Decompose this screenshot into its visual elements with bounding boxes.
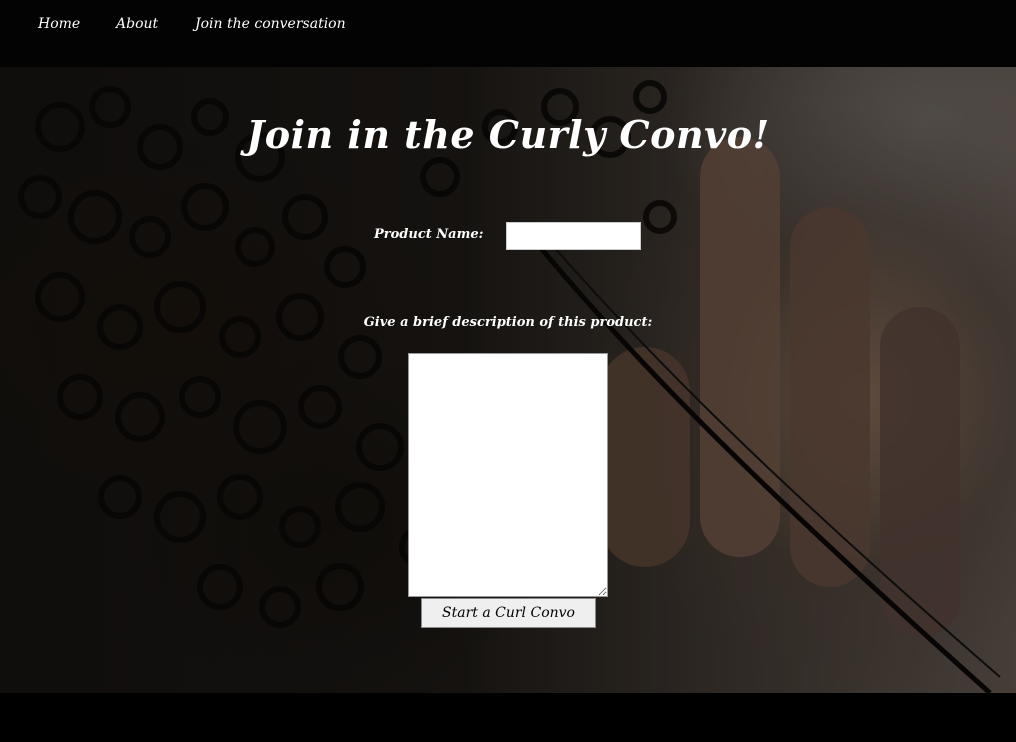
product-name-label: Product Name:: [374, 227, 484, 242]
nav-link-join-the-conversation[interactable]: Join the conversation: [195, 16, 346, 32]
top-navigation: Home About Join the conversation: [0, 0, 1016, 67]
hero-section: Join in the Curly Convo! Product Name: G…: [0, 67, 1016, 693]
nav-link-about[interactable]: About: [116, 16, 158, 32]
description-label: Give a brief description of this product…: [363, 315, 653, 330]
nav-link-home[interactable]: Home: [38, 16, 80, 32]
product-name-input[interactable]: [506, 222, 641, 250]
page-title: Join in the Curly Convo!: [246, 112, 770, 157]
footer: [0, 693, 1016, 742]
start-curl-convo-button[interactable]: Start a Curl Convo: [421, 598, 596, 628]
description-textarea[interactable]: [408, 353, 608, 597]
